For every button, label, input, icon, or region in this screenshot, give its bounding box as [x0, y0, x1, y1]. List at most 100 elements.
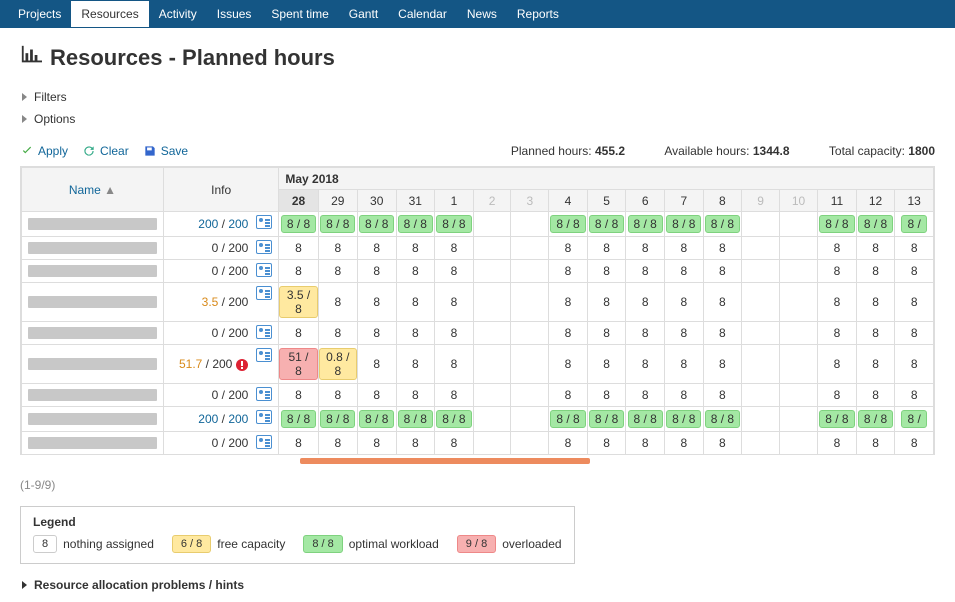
cell[interactable]: 8	[435, 345, 474, 384]
cell[interactable]	[473, 432, 511, 455]
cell[interactable]: 8 / 8	[396, 407, 435, 432]
vcard-icon[interactable]	[256, 410, 272, 424]
save-link[interactable]: Save	[143, 144, 188, 158]
cell[interactable]: 8	[703, 345, 742, 384]
cell[interactable]	[473, 283, 511, 322]
day-2[interactable]: 2	[473, 190, 511, 212]
cell[interactable]: 8	[626, 322, 665, 345]
cell[interactable]: 8	[895, 237, 934, 260]
cell[interactable]	[511, 260, 549, 283]
cell[interactable]: 8	[435, 260, 474, 283]
cell[interactable]: 8	[396, 345, 435, 384]
cell[interactable]: 8	[587, 237, 626, 260]
cell[interactable]: 0.8 / 8	[318, 345, 357, 384]
resource-name[interactable]	[22, 260, 164, 283]
cell[interactable]	[742, 283, 780, 322]
nav-issues[interactable]: Issues	[207, 1, 262, 27]
cell[interactable]: 8	[435, 432, 474, 455]
cell[interactable]: 8	[435, 283, 474, 322]
cell[interactable]: 8	[703, 237, 742, 260]
cell[interactable]: 8	[664, 260, 703, 283]
cell[interactable]	[511, 432, 549, 455]
cell[interactable]: 8	[856, 283, 895, 322]
hints-toggle[interactable]: Resource allocation problems / hints	[20, 578, 935, 592]
cell[interactable]: 8	[626, 432, 665, 455]
day-5[interactable]: 5	[587, 190, 626, 212]
cell[interactable]: 8 / 8	[587, 212, 626, 237]
resource-name[interactable]	[22, 345, 164, 384]
cell[interactable]	[742, 322, 780, 345]
cell[interactable]: 8	[626, 384, 665, 407]
cell[interactable]: 8	[895, 322, 934, 345]
vcard-icon[interactable]	[256, 263, 272, 277]
day-1[interactable]: 1	[435, 190, 474, 212]
cell[interactable]: 8 /	[895, 407, 934, 432]
cell[interactable]	[779, 212, 817, 237]
cell[interactable]: 8	[703, 384, 742, 407]
cell[interactable]	[779, 237, 817, 260]
cell[interactable]: 8	[318, 432, 357, 455]
cell[interactable]: 8	[435, 237, 474, 260]
cell[interactable]: 8	[587, 432, 626, 455]
cell[interactable]	[742, 384, 780, 407]
cell[interactable]: 8	[895, 432, 934, 455]
cell[interactable]: 8	[818, 283, 857, 322]
cell[interactable]: 8 / 8	[279, 407, 318, 432]
cell[interactable]: 8	[279, 322, 318, 345]
cell[interactable]: 8	[856, 260, 895, 283]
resource-info[interactable]: 0 / 200	[163, 237, 278, 260]
cell[interactable]	[779, 407, 817, 432]
cell[interactable]: 8 / 8	[626, 212, 665, 237]
nav-calendar[interactable]: Calendar	[388, 1, 457, 27]
cell[interactable]: 8	[279, 260, 318, 283]
resource-name[interactable]	[22, 432, 164, 455]
cell[interactable]	[742, 237, 780, 260]
cell[interactable]: 8	[703, 283, 742, 322]
cell[interactable]: 8	[549, 237, 588, 260]
cell[interactable]: 8 / 8	[357, 212, 396, 237]
cell[interactable]	[742, 212, 780, 237]
cell[interactable]: 8	[856, 345, 895, 384]
cell[interactable]: 8	[587, 345, 626, 384]
nav-projects[interactable]: Projects	[8, 1, 71, 27]
cell[interactable]: 8	[435, 322, 474, 345]
resource-name[interactable]	[22, 322, 164, 345]
cell[interactable]: 8	[664, 322, 703, 345]
resource-info[interactable]: 200 / 200	[163, 212, 278, 237]
cell[interactable]	[511, 212, 549, 237]
clear-link[interactable]: Clear	[82, 144, 129, 158]
cell[interactable]: 8	[856, 384, 895, 407]
cell[interactable]: 8	[318, 237, 357, 260]
cell[interactable]: 8	[318, 322, 357, 345]
cell[interactable]: 8	[318, 260, 357, 283]
resource-info[interactable]: 3.5 / 200	[163, 283, 278, 322]
cell[interactable]	[742, 432, 780, 455]
cell[interactable]	[473, 212, 511, 237]
cell[interactable]	[511, 283, 549, 322]
day-7[interactable]: 7	[664, 190, 703, 212]
cell[interactable]: 8 / 8	[703, 407, 742, 432]
options-toggle[interactable]: Options	[20, 108, 935, 130]
cell[interactable]: 8	[549, 345, 588, 384]
cell[interactable]: 8	[626, 283, 665, 322]
cell[interactable]: 8 / 8	[587, 407, 626, 432]
vcard-icon[interactable]	[256, 286, 272, 300]
cell[interactable]: 8	[818, 322, 857, 345]
cell[interactable]: 8	[587, 260, 626, 283]
cell[interactable]: 3.5 / 8	[279, 283, 318, 322]
cell[interactable]: 8	[664, 283, 703, 322]
horizontal-scrollbar[interactable]	[300, 458, 590, 464]
vcard-icon[interactable]	[256, 387, 272, 401]
day-3[interactable]: 3	[511, 190, 549, 212]
cell[interactable]	[779, 260, 817, 283]
resource-info[interactable]: 0 / 200	[163, 384, 278, 407]
resource-name[interactable]	[22, 384, 164, 407]
cell[interactable]: 8 / 8	[396, 212, 435, 237]
day-9[interactable]: 9	[742, 190, 780, 212]
day-31[interactable]: 31	[396, 190, 435, 212]
vcard-icon[interactable]	[256, 240, 272, 254]
cell[interactable]: 8	[818, 345, 857, 384]
cell[interactable]: 8	[664, 345, 703, 384]
resource-info[interactable]: 200 / 200	[163, 407, 278, 432]
cell[interactable]	[742, 260, 780, 283]
